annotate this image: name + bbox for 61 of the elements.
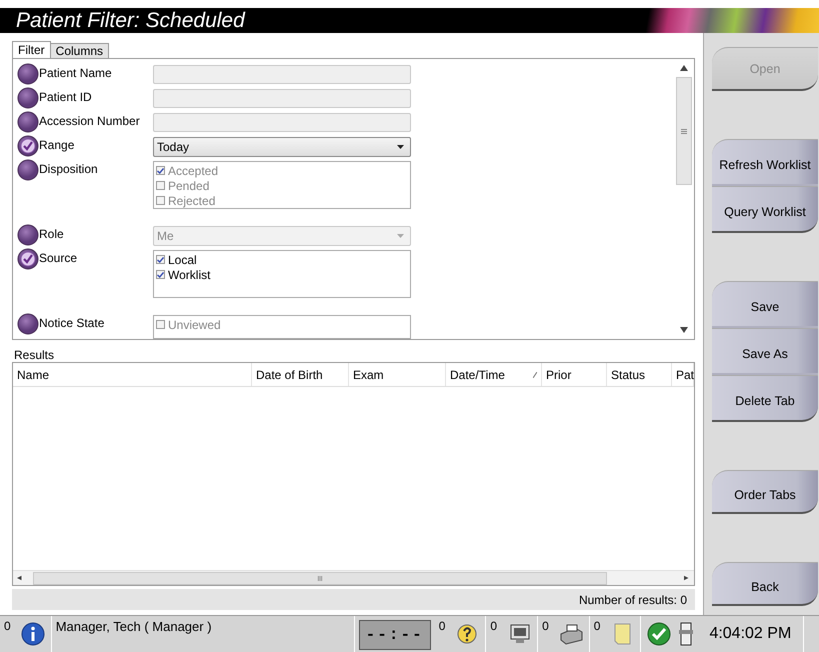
dropdown[interactable]: Today [153,137,411,157]
filter-label: Role [39,226,65,241]
indicator-icon[interactable] [17,87,39,109]
option-label: Pended [168,178,210,192]
scroll-right-icon[interactable] [684,575,690,581]
scroll-thumb[interactable] [33,572,607,584]
timer-display: --:-- [358,620,431,650]
indicator-count: 0 [438,619,446,633]
indicator-icon[interactable] [17,63,39,85]
indicator-count: 0 [490,619,498,633]
column-header[interactable]: Pat [672,363,694,386]
check-icon[interactable] [645,620,674,648]
filter-label: Patient Name [39,65,113,80]
action-button[interactable]: Query Worklist [712,186,818,233]
checked-indicator-icon[interactable] [17,248,39,270]
caret-icon [397,145,404,149]
indicator-icon[interactable] [17,111,39,133]
results-label: Results [14,349,56,362]
window-title: Patient Filter: Scheduled [16,8,245,32]
column-header[interactable]: Name [13,363,252,386]
option-label: Worklist [168,268,210,282]
horizontal-scrollbar[interactable] [13,570,694,585]
info-icon[interactable] [18,620,47,648]
scroll-down-icon[interactable] [680,327,688,333]
action-button[interactable]: Refresh Worklist [712,139,818,186]
column-header[interactable]: Status [607,363,672,386]
filter-label: Accession Number [39,113,141,128]
checkbox[interactable] [156,255,165,264]
option-label: Unviewed [168,318,221,332]
indicator-count: 0 [542,619,549,633]
column-header[interactable]: Date/Time [446,363,542,386]
scroll-up-icon[interactable] [680,65,688,71]
sort-icon [533,372,537,378]
filter-label: Disposition [39,161,99,176]
action-button[interactable]: Delete Tab [712,375,818,422]
alert-count: 0 [4,619,11,633]
checked-indicator-icon[interactable] [17,135,39,157]
column-header[interactable]: Prior [542,363,607,386]
action-button[interactable]: Save As [712,328,818,375]
clock: 4:04:02 PM [708,625,792,643]
action-button[interactable]: Back [712,562,818,606]
action-button[interactable]: Save [712,281,818,328]
tab[interactable]: Filter [12,41,51,58]
user-name: Manager, Tech ( Manager ) [56,619,213,634]
option-label: Rejected [168,194,216,208]
column-header[interactable]: Exam [349,363,446,386]
caret-icon [397,234,404,238]
action-button[interactable]: Order Tabs [712,470,818,514]
indicator-count: 0 [594,619,600,633]
scroll-thumb[interactable] [676,77,692,185]
checkbox[interactable] [156,270,165,279]
option-label: Accepted [168,164,218,178]
filter-label: Range [39,137,76,152]
tab[interactable]: Columns [50,43,110,58]
filter-label: Source [39,250,78,265]
filter-label: Notice State [39,315,106,330]
results-count: Number of results: 0 [578,592,687,606]
scroll-left-icon[interactable] [17,575,23,581]
column-header[interactable]: Date of Birth [252,363,349,386]
filter-label: Patient ID [39,89,93,104]
option-label: Local [168,252,197,266]
